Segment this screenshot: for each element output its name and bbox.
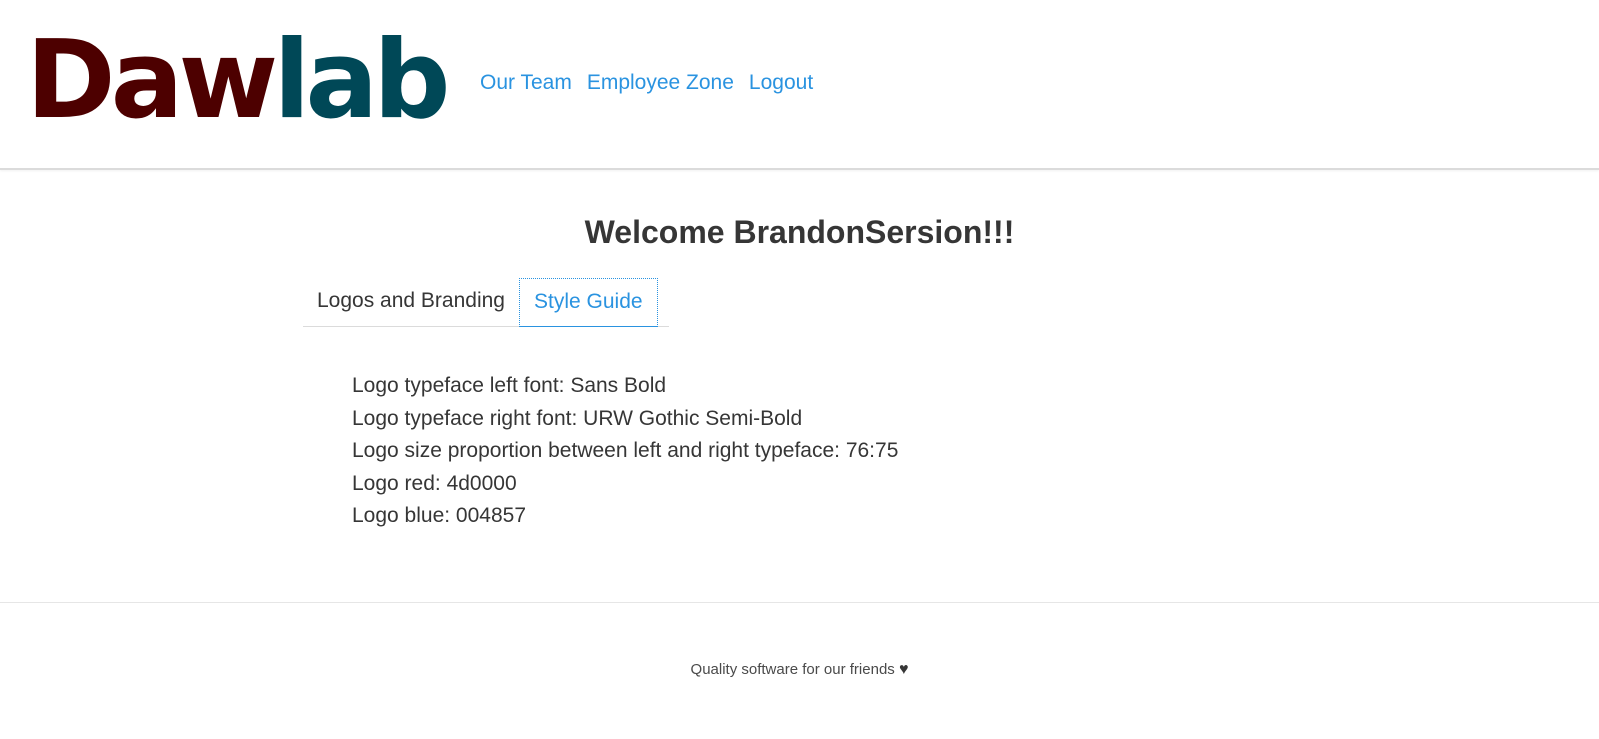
main-nav: Our Team Employee Zone Logout xyxy=(480,70,813,96)
style-guide-item: Logo size proportion between left and ri… xyxy=(352,439,899,462)
style-guide-item: Logo typeface right font: URW Gothic Sem… xyxy=(352,406,803,430)
tab-bar: Logos and Branding Style Guide xyxy=(303,278,669,327)
footer-tagline: Quality software for our friends ♥ xyxy=(0,660,1599,680)
nav-link-employee-zone[interactable]: Employee Zone xyxy=(587,70,734,96)
nav-link-our-team[interactable]: Our Team xyxy=(480,70,572,96)
logo-right-text: lab xyxy=(273,18,450,143)
style-guide-item: Logo red: 4d0000 xyxy=(352,471,517,495)
tab-logos-and-branding[interactable]: Logos and Branding xyxy=(303,278,519,326)
footer-text: Quality software for our friends xyxy=(690,661,895,678)
page-title: Welcome BrandonSersion!!! xyxy=(584,214,1015,250)
style-guide-list: Logo typeface left font: Sans Bold Logo … xyxy=(352,370,898,533)
logo-left-text: Daw xyxy=(26,18,278,143)
tab-style-guide[interactable]: Style Guide xyxy=(519,278,658,327)
style-guide-item: Logo typeface left font: Sans Bold xyxy=(352,374,667,397)
dawlab-logo[interactable]: Dawlab xyxy=(26,26,451,136)
heart-icon: ♥ xyxy=(898,661,909,678)
nav-link-logout[interactable]: Logout xyxy=(749,70,813,96)
site-header: Dawlab Our Team Employee Zone Logout xyxy=(0,0,1599,170)
style-guide-item: Logo blue: 004857 xyxy=(352,504,526,527)
site-footer: Quality software for our friends ♥ xyxy=(0,602,1599,739)
